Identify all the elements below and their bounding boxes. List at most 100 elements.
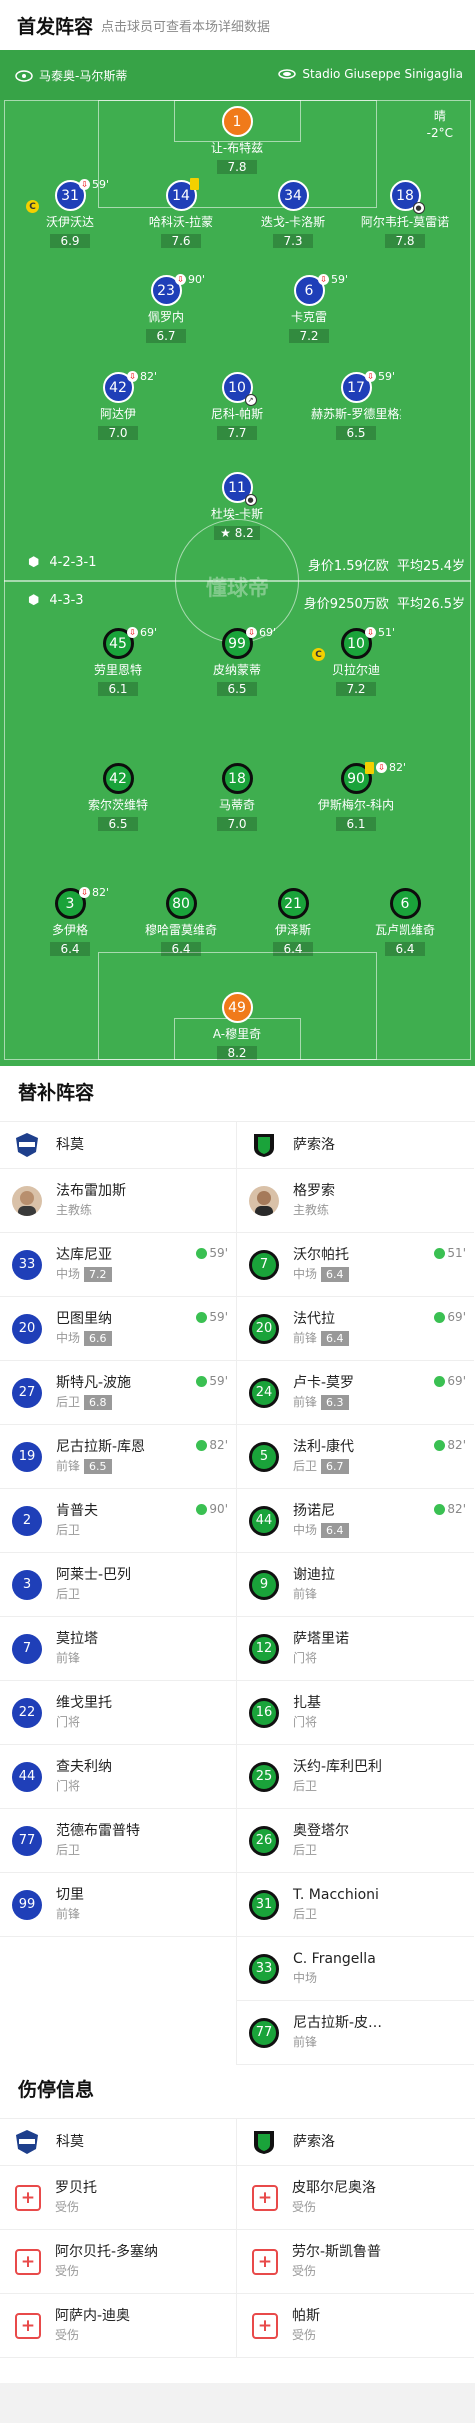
sub-row[interactable]: 77 尼古拉斯-皮… 前锋 [237, 2001, 474, 2065]
injury-icon: + [15, 2248, 41, 2275]
pitch: 马泰奥-马尔斯蒂 Stadio Giuseppe Sinigaglia 晴 -2… [0, 50, 475, 1066]
weather-text: 晴 [433, 109, 446, 123]
player-home[interactable]: 34 迭戈-卡洛斯 7.3 [248, 180, 338, 249]
home-team-info: 马泰奥-马尔斯蒂 [15, 67, 127, 84]
sub-row[interactable]: 9 谢迪拉 前锋 [237, 1553, 474, 1617]
player-home[interactable]: 14 哈科沃-拉蒙 7.6 [136, 178, 226, 249]
injury-icon: + [15, 2312, 41, 2339]
injury-row[interactable]: + 阿萨内-迪奥 受伤 [0, 2294, 236, 2358]
injury-row[interactable]: + 罗贝托 受伤 [0, 2166, 236, 2230]
sub-row[interactable]: 33 达库尼亚 中场 7.2 59' [0, 1233, 236, 1297]
sub-row[interactable]: 33 C. Frangella 中场 [237, 1937, 474, 2001]
player-home[interactable]: 17 ⇩59' 赫苏斯-罗德里格斯 6.5 [311, 370, 401, 441]
sub-in-time: 69' [434, 1374, 466, 1388]
player-away[interactable]: 21 伊泽斯 6.4 [248, 888, 338, 957]
coach-avatar [12, 1185, 42, 1216]
sub-in-icon [434, 1503, 446, 1515]
sub-row[interactable]: 24 卢卡-莫罗 前锋 6.3 69' [237, 1361, 474, 1425]
lineup-subtitle: 点击球员可查看本场详细数据 [101, 19, 271, 35]
sub-in-icon [434, 1375, 446, 1387]
home-crest-icon [12, 1130, 42, 1160]
sub-in-icon [196, 1439, 208, 1451]
sub-in-time: 59' [196, 1246, 228, 1260]
goal-ball-icon: ● [244, 494, 257, 506]
away-injury-column: 萨索洛 + 皮耶尔尼奥洛 受伤 + 劳尔-斯凯鲁普 受伤 + 帕斯 受伤 [237, 2119, 474, 2358]
player-away[interactable]: 3 ⇩ 82' 多伊格 6.4 [25, 886, 115, 957]
sub-in-time: 82' [196, 1438, 228, 1452]
player-home[interactable]: 10 ↗ 尼科-帕斯 7.7 [192, 372, 282, 441]
player-away[interactable]: 45 ⇩ 69' 劳里恩特 6.1 [73, 626, 163, 697]
sub-row[interactable]: 26 奥登塔尔 后卫 [237, 1809, 474, 1873]
injury-row[interactable]: + 皮耶尔尼奥洛 受伤 [237, 2166, 474, 2230]
temperature: -2°C [426, 126, 453, 140]
sub-row[interactable]: 44 查夫利纳 门将 [0, 1745, 236, 1809]
player-home[interactable]: 18 ● 阿尔韦托-莫雷诺 7.8 [360, 180, 450, 249]
sub-row[interactable]: 7 莫拉塔 前锋 [0, 1617, 236, 1681]
injury-row[interactable]: + 阿尔贝托-多塞纳 受伤 [0, 2230, 236, 2294]
sub-in-time: 51' [434, 1246, 466, 1260]
sub-row[interactable]: 31 T. Macchioni 后卫 [237, 1873, 474, 1937]
player-away-gk[interactable]: 49 A-穆里奇 8.2 [192, 992, 282, 1061]
sub-row[interactable]: 19 尼古拉斯-库恩 前锋 6.5 82' [0, 1425, 236, 1489]
sub-out-icon: ⇩ [79, 179, 90, 190]
sub-in-time: 82' [434, 1502, 466, 1516]
sub-row[interactable]: 27 斯特凡-波施 后卫 6.8 59' [0, 1361, 236, 1425]
player-away[interactable]: 42 索尔茨维特 6.5 [73, 763, 163, 832]
subs-section: 替补阵容 科莫 法布雷加斯 主教练 33 达库尼亚 中场 7.2 59' 20 巴图里纳 中场… [0, 1066, 475, 2065]
injury-row[interactable]: + 帕斯 受伤 [237, 2294, 474, 2358]
sub-in-time: 59' [196, 1374, 228, 1388]
home-crest-icon: ⬢ [28, 555, 40, 570]
sub-row[interactable]: 22 维戈里托 门将 [0, 1681, 236, 1745]
sub-row[interactable]: 12 萨塔里诺 门将 [237, 1617, 474, 1681]
section-header-lineup: 首发阵容 点击球员可查看本场详细数据 [0, 0, 475, 50]
venue-name: Stadio Giuseppe Sinigaglia [302, 67, 463, 81]
player-away[interactable]: 10 C ⇩ 51' 贝拉尔迪 7.2 [311, 626, 401, 697]
player-home[interactable]: 31 C ⇩ 59' 沃伊沃达 6.9 [25, 178, 115, 249]
sub-row[interactable]: 2 肯普夫 后卫 90' [0, 1489, 236, 1553]
sub-row[interactable]: 20 巴图里纳 中场 6.6 59' [0, 1297, 236, 1361]
sub-row[interactable]: 3 阿莱士-巴列 后卫 [0, 1553, 236, 1617]
sub-out-icon: ⇩ [318, 274, 329, 285]
sub-row[interactable]: 7 沃尔帕托 中场 6.4 51' [237, 1233, 474, 1297]
sub-out-icon: ⇩ [365, 627, 376, 638]
sub-in-time: 69' [434, 1310, 466, 1324]
sub-row[interactable]: 5 法利-康代 后卫 6.7 82' [237, 1425, 474, 1489]
sub-row[interactable]: 16 扎基 门将 [237, 1681, 474, 1745]
sub-in-icon [196, 1311, 208, 1323]
teams-bar: 马泰奥-马尔斯蒂 Stadio Giuseppe Sinigaglia [0, 50, 475, 100]
yellow-card-icon [190, 178, 199, 190]
injury-section: 伤停信息 科莫 + 罗贝托 受伤 + 阿尔贝托-多塞纳 受伤 + 阿萨内-迪奥 受伤 萨索洛… [0, 2063, 475, 2358]
home-crest-icon [12, 2127, 42, 2157]
sub-row[interactable]: 25 沃约-库利巴利 后卫 [237, 1745, 474, 1809]
player-home[interactable]: 42 ⇩ 82' 阿达伊 7.0 [73, 370, 163, 441]
sub-in-icon [434, 1439, 446, 1451]
sub-out-icon: ⇩ [127, 627, 138, 638]
home-injury-column: 科莫 + 罗贝托 受伤 + 阿尔贝托-多塞纳 受伤 + 阿萨内-迪奥 受伤 [0, 2119, 237, 2358]
away-coach-row[interactable]: 格罗索 主教练 [237, 1169, 474, 1233]
player-home[interactable]: 11 ● 杜埃-卡斯 ★ 8.2 [192, 472, 282, 541]
mvp-rating: ★ 8.2 [214, 526, 260, 540]
sub-row[interactable]: 77 范德布雷普特 后卫 [0, 1809, 236, 1873]
sub-row[interactable]: 99 切里 前锋 [0, 1873, 236, 1937]
card-indicator [190, 178, 199, 190]
home-coach-row[interactable]: 法布雷加斯 主教练 [0, 1169, 236, 1233]
away-crest-icon: ⬢ [28, 593, 40, 608]
player-away[interactable]: 6 瓦卢凯维奇 6.4 [360, 888, 450, 957]
player-away[interactable]: 90 ⇩ 82' 伊斯梅尔-科内 6.1 [311, 761, 406, 832]
sub-indicator: ⇩ 82' [365, 761, 406, 774]
away-formation: ⬢ 4-3-3 [28, 593, 84, 608]
player-away[interactable]: 99 ⇩ 69' 皮纳蒙蒂 6.5 [192, 626, 282, 697]
sub-indicator: ⇩ 82' [127, 370, 157, 383]
away-subs-column: 萨索洛 格罗索 主教练 7 沃尔帕托 中场 6.4 51' 20 法代拉 前锋 6.4 69' 2… [237, 1122, 474, 2065]
weather-info: 晴 -2°C [427, 108, 453, 142]
player-home[interactable]: 23 ⇩ 90' 佩罗内 6.7 [121, 273, 211, 344]
player-away[interactable]: 18 马蒂奇 7.0 [192, 763, 282, 832]
player-home[interactable]: 6 ⇩ 59' 卡克雷 7.2 [264, 273, 354, 344]
injury-row[interactable]: + 劳尔-斯凯鲁普 受伤 [237, 2230, 474, 2294]
sub-row[interactable]: 20 法代拉 前锋 6.4 69' [237, 1297, 474, 1361]
sub-in-icon [196, 1247, 208, 1259]
player-away[interactable]: 80 穆哈雷莫维奇 6.4 [136, 888, 226, 957]
sub-indicator: ⇩ 51' [365, 626, 395, 639]
player-home-gk[interactable]: 1 让-布特兹 7.8 [192, 106, 282, 175]
sub-row[interactable]: 44 扬诺尼 中场 6.4 82' [237, 1489, 474, 1553]
